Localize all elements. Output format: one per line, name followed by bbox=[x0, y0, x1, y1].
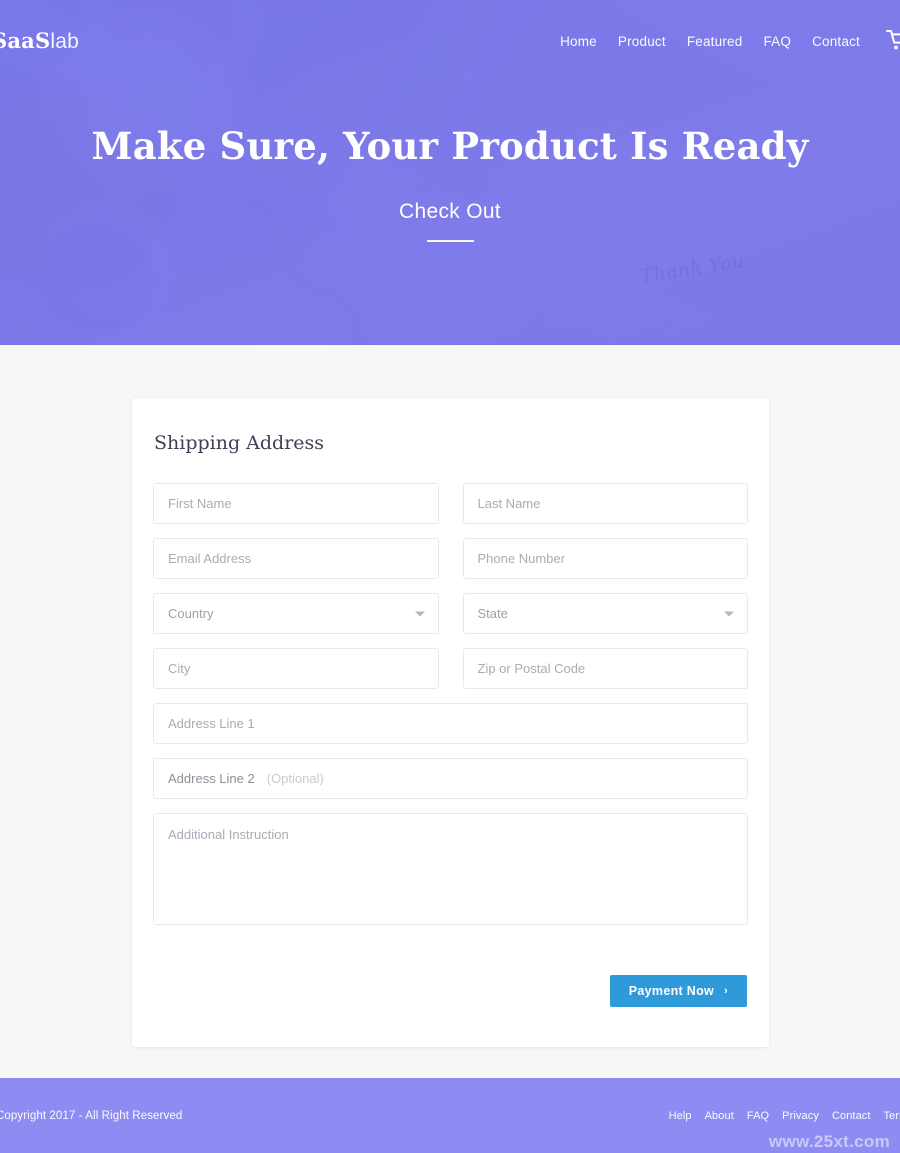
hero-subtitle: Check Out bbox=[399, 199, 501, 223]
country-col: Country bbox=[153, 593, 439, 634]
footer-link-terms[interactable]: Terms bbox=[884, 1110, 900, 1122]
first-name-input[interactable] bbox=[153, 483, 439, 524]
state-select[interactable]: State bbox=[462, 593, 748, 634]
address1-row bbox=[153, 703, 748, 744]
cart-button[interactable]: 0 bbox=[886, 29, 900, 53]
city-zip-row bbox=[153, 648, 748, 689]
footer-links: Help About FAQ Privacy Contact Terms bbox=[669, 1110, 900, 1122]
footer-link-help[interactable]: Help bbox=[669, 1110, 692, 1122]
city-input[interactable] bbox=[153, 648, 439, 689]
footer-link-about[interactable]: About bbox=[705, 1110, 734, 1122]
last-name-col bbox=[462, 483, 748, 524]
card-title: Shipping Address bbox=[154, 432, 325, 454]
copyright-text: Copyright 2017 - All Right Reserved bbox=[0, 1109, 183, 1122]
nav-item-home[interactable]: Home bbox=[560, 34, 597, 49]
address-line-1-input[interactable] bbox=[153, 703, 748, 744]
contact-row bbox=[153, 538, 748, 579]
last-name-input[interactable] bbox=[462, 483, 748, 524]
country-select[interactable]: Country bbox=[153, 593, 439, 634]
address-line-2-input[interactable]: Address Line 2 (Optional) bbox=[153, 758, 748, 799]
region-row: Country State bbox=[153, 593, 748, 634]
city-col bbox=[153, 648, 439, 689]
nav-item-featured[interactable]: Featured bbox=[687, 34, 743, 49]
address2-row: Address Line 2 (Optional) bbox=[153, 758, 748, 799]
nav-item-contact[interactable]: Contact bbox=[812, 34, 860, 49]
additional-instruction-textarea[interactable] bbox=[153, 813, 748, 925]
footer-link-contact[interactable]: Contact bbox=[832, 1110, 871, 1122]
logo-light-part: lab bbox=[50, 30, 79, 53]
first-name-col bbox=[153, 483, 439, 524]
page-root: Thank You SaaSlab Home Product Featured … bbox=[0, 0, 900, 1153]
address-line-2-optional-note: (Optional) bbox=[266, 771, 324, 786]
logo-bold-part: SaaS bbox=[0, 28, 51, 53]
phone-input[interactable] bbox=[462, 538, 748, 579]
payment-now-button[interactable]: Payment Now › bbox=[609, 975, 747, 1007]
main-nav: Home Product Featured FAQ Contact 0 bbox=[560, 29, 900, 53]
site-watermark: www.25xt.com bbox=[768, 1132, 890, 1151]
email-input[interactable] bbox=[153, 538, 439, 579]
state-col: State bbox=[462, 593, 748, 634]
address-line-2-label: Address Line 2 bbox=[168, 771, 255, 786]
nav-item-faq[interactable]: FAQ bbox=[763, 34, 791, 49]
instruction-row bbox=[153, 813, 748, 930]
hero-divider bbox=[426, 239, 474, 242]
chevron-right-icon: › bbox=[724, 985, 728, 997]
nav-item-product[interactable]: Product bbox=[618, 34, 666, 49]
shipping-address-card: Shipping Address Country bbox=[132, 398, 769, 1047]
top-navigation-bar: SaaSlab Home Product Featured FAQ Contac… bbox=[0, 0, 900, 82]
footer-link-privacy[interactable]: Privacy bbox=[782, 1110, 819, 1122]
name-row bbox=[153, 483, 748, 524]
site-logo[interactable]: SaaSlab bbox=[0, 28, 79, 54]
phone-col bbox=[462, 538, 748, 579]
page-title: Make Sure, Your Product Is Ready bbox=[91, 124, 809, 169]
zip-input[interactable] bbox=[462, 648, 748, 689]
site-footer: Copyright 2017 - All Right Reserved Help… bbox=[0, 1078, 900, 1153]
zip-col bbox=[462, 648, 748, 689]
footer-link-faq[interactable]: FAQ bbox=[747, 1110, 769, 1122]
card-actions: Payment Now › bbox=[153, 975, 748, 1007]
shopping-cart-icon bbox=[886, 30, 900, 50]
payment-now-label: Payment Now bbox=[628, 984, 715, 998]
main-content: Shipping Address Country bbox=[0, 345, 900, 1078]
email-col bbox=[153, 538, 439, 579]
